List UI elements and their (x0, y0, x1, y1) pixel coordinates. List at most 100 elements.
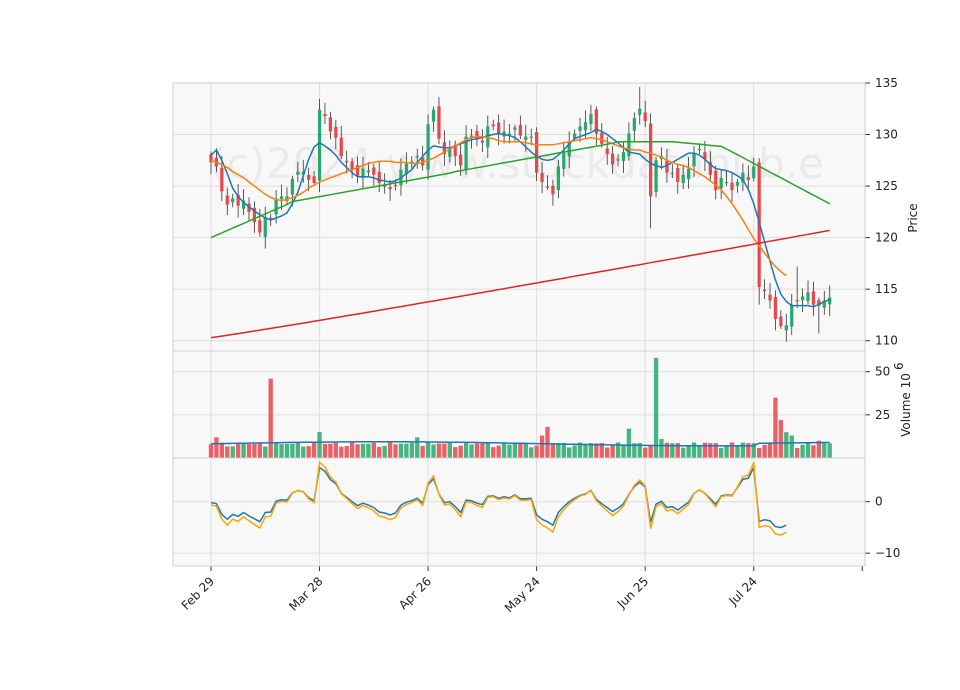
volume-bar (719, 447, 724, 458)
volume-bar (458, 445, 463, 458)
candle-body (491, 124, 495, 127)
candle-body (431, 109, 436, 122)
candle-body (779, 316, 783, 327)
volume-bar (594, 443, 599, 458)
volume-bar (241, 444, 246, 458)
candle-body (263, 217, 267, 237)
candle-body (643, 112, 647, 122)
candle-body (345, 160, 349, 163)
volume-bar (621, 444, 626, 458)
volume-bar (691, 442, 697, 458)
volume-bar (425, 442, 431, 458)
volume-bar (306, 446, 311, 458)
candle-body (752, 166, 756, 179)
candle-body (388, 187, 392, 190)
volume-bar (686, 445, 691, 458)
candle-body (735, 181, 740, 186)
volume-bar (442, 443, 447, 458)
volume-bar (474, 443, 480, 458)
volume-bar (784, 432, 789, 458)
volume-bar (572, 445, 577, 458)
volume-bar (431, 444, 436, 458)
volume-bar (360, 443, 366, 458)
volume-bar (235, 442, 241, 458)
candle-body (605, 148, 609, 155)
volume-bar (534, 445, 539, 458)
volume-bar (333, 442, 338, 458)
candle-body (459, 154, 463, 166)
volume-bar (827, 443, 832, 458)
candle-body (714, 170, 718, 191)
volume-bar (366, 443, 371, 458)
candle-body (393, 184, 398, 187)
volume-bar (729, 442, 735, 458)
candle-body (806, 292, 810, 301)
volume-bar (230, 446, 235, 458)
oscillator-tick-label: 0 (875, 495, 883, 509)
candle-body (507, 133, 512, 135)
volume-bar (740, 442, 746, 458)
volume-bar (409, 442, 414, 458)
volume-bar (393, 444, 398, 458)
volume-bar (322, 443, 328, 458)
volume-bar (811, 445, 816, 458)
volume-bar (219, 442, 225, 458)
volume-bar (290, 443, 295, 458)
candle-body (583, 122, 588, 131)
candle-body (600, 132, 604, 144)
candle-body (676, 168, 680, 182)
candle-body (540, 172, 544, 182)
candle-body (556, 166, 560, 191)
candle-body (312, 176, 316, 183)
volume-bar (507, 444, 512, 458)
candle-body (621, 152, 626, 162)
candle-body (225, 195, 229, 205)
volume-bar (529, 447, 534, 458)
candle-body (795, 300, 799, 302)
price-tick-label: 115 (875, 282, 898, 296)
candle-body (377, 171, 381, 183)
volume-bar (268, 378, 273, 458)
volume-bar (556, 443, 561, 458)
oscillator-tick-label: −10 (875, 546, 900, 560)
volume-bar (225, 446, 230, 458)
candle-body (437, 106, 441, 139)
volume-bar (789, 435, 794, 458)
volume-bar (214, 437, 219, 458)
volume-bar (301, 446, 306, 458)
volume-bar (735, 445, 740, 458)
candle-body (665, 160, 669, 173)
volume-bar (273, 442, 279, 458)
volume-bar (317, 432, 322, 458)
volume-bar (485, 442, 490, 458)
candle-body (220, 167, 224, 192)
candle-body (513, 127, 517, 130)
volume-bar (539, 435, 545, 458)
volume-bar (512, 443, 518, 458)
candle-body (790, 304, 794, 327)
candle-body (524, 136, 528, 140)
volume-bar (800, 444, 805, 458)
volume-bar (496, 445, 501, 458)
volume-tick-label: 25 (875, 408, 890, 422)
volume-bar (773, 397, 778, 458)
candle-body (339, 137, 343, 157)
volume-bar (501, 442, 507, 458)
volume-bar (453, 447, 458, 458)
x-tick-label: May 24 (502, 574, 543, 615)
candle-body (610, 153, 615, 165)
candle-body (746, 177, 750, 180)
volume-bar (724, 445, 729, 458)
volume-bar (257, 442, 263, 458)
volume-bar (561, 442, 566, 458)
x-tick-label: Feb 29 (179, 574, 217, 612)
volume-tick-label: 50 (875, 365, 890, 379)
x-tick-label: Jun 25 (614, 574, 651, 611)
x-tick-label: Mar 28 (286, 574, 325, 613)
price-tick-label: 120 (875, 231, 898, 245)
volume-bar (756, 447, 762, 458)
volume-bar (653, 357, 659, 458)
volume-bar (246, 444, 252, 458)
volume-bar (436, 443, 442, 458)
volume-bar (355, 444, 360, 458)
